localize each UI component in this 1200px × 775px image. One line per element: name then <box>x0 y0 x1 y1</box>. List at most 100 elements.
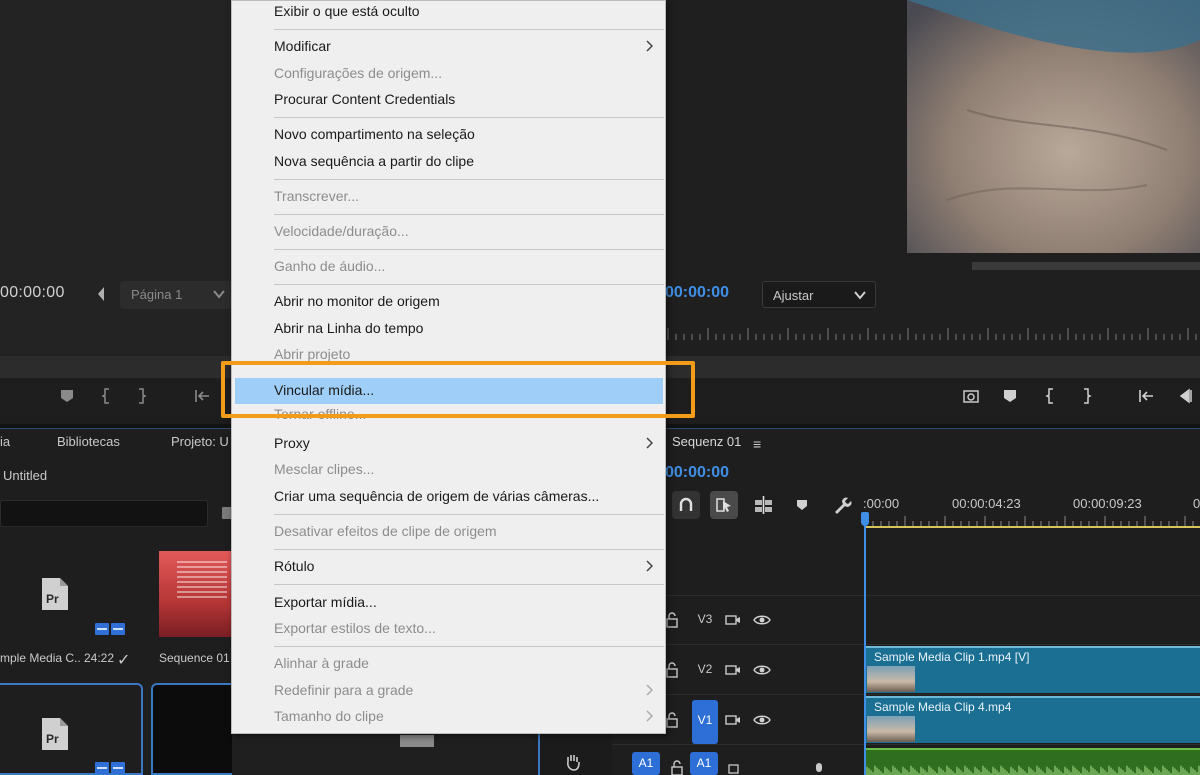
menu-item-label: Nova sequência a partir do clipe <box>274 153 475 169</box>
project-item-duration: 24:22 <box>84 651 115 665</box>
premiere-file-icon: Pr <box>42 718 68 750</box>
insert-button[interactable] <box>750 491 778 519</box>
export-frame-icon[interactable] <box>962 387 980 405</box>
menu-item-label: Criar uma sequência de origem de várias … <box>274 488 600 504</box>
chevron-down-icon <box>213 290 225 299</box>
insert-icon <box>755 496 772 514</box>
eye-icon[interactable] <box>753 663 771 677</box>
eye-icon[interactable] <box>753 613 771 627</box>
menu-item-label-color[interactable]: Rótulo <box>232 554 665 580</box>
lock-icon[interactable] <box>665 612 679 628</box>
chevron-left-icon[interactable] <box>96 286 106 302</box>
program-video-frame <box>907 0 1200 253</box>
panel-menu-icon[interactable]: ≡ <box>753 436 761 452</box>
menu-item-label: Proxy <box>274 435 310 451</box>
track-label[interactable]: V2 <box>692 662 718 676</box>
go-to-in-icon[interactable] <box>193 387 211 405</box>
menu-item-show-hidden[interactable]: Exibir o que está oculto <box>232 0 665 25</box>
tab-media-browser[interactable]: ia <box>0 434 10 449</box>
project-item-card[interactable] <box>151 683 315 775</box>
project-search-input[interactable] <box>0 500 208 527</box>
menu-item-open-timeline[interactable]: Abrir na Linha do tempo <box>232 316 665 342</box>
menu-item-label: Rótulo <box>274 558 315 574</box>
marker-icon[interactable] <box>58 387 76 405</box>
zoom-slider-thumb[interactable] <box>400 735 434 747</box>
video-badge-icon <box>95 623 109 635</box>
linked-selection-button[interactable] <box>710 491 738 519</box>
add-marker-button[interactable] <box>788 491 816 519</box>
out-point-icon[interactable] <box>132 387 150 405</box>
hand-icon[interactable] <box>563 752 583 772</box>
sequence-thumbnail[interactable] <box>159 551 232 637</box>
lock-icon[interactable] <box>665 712 679 728</box>
tab-project[interactable]: Projeto: U <box>171 434 229 449</box>
ruler-label: :00:00 <box>863 496 900 511</box>
menu-item-label: Redefinir para a grade <box>274 682 414 698</box>
eye-icon[interactable] <box>753 713 771 727</box>
lock-icon[interactable] <box>670 760 684 775</box>
playhead[interactable] <box>864 512 866 775</box>
menu-separator <box>274 214 664 215</box>
tab-sequence[interactable]: Sequenz 01 <box>672 434 741 449</box>
timeline-settings-button[interactable] <box>828 491 856 519</box>
timeline-ruler[interactable]: :00:00 00:00:04:23 00:00:09:23 0 <box>863 494 1200 528</box>
track-divider <box>612 644 1200 645</box>
camera-icon[interactable] <box>725 663 741 677</box>
menu-item-label: Ganho de áudio... <box>274 258 386 274</box>
clip-thumbnail <box>867 666 915 692</box>
ruler-ticks <box>864 516 1194 526</box>
track-label-a1[interactable]: A1 <box>690 752 718 775</box>
timeline-clip[interactable]: Sample Media Clip 4.mp4 <box>865 696 1200 743</box>
snap-button[interactable] <box>672 491 700 519</box>
video-badge-icon <box>95 762 109 774</box>
audio-waveform <box>865 765 1200 775</box>
camera-icon[interactable] <box>725 613 741 627</box>
menu-item-label: Procurar Content Credentials <box>274 91 456 107</box>
media-badges <box>95 622 127 640</box>
in-point-icon[interactable] <box>98 387 116 405</box>
svg-text:Pr: Pr <box>46 732 59 746</box>
microphone-icon[interactable] <box>812 762 826 775</box>
ruler-label: 0 <box>1193 496 1200 511</box>
playhead-handle[interactable] <box>861 512 869 526</box>
menu-item-label: Desativar efeitos de clipe de origem <box>274 523 497 539</box>
timeline-timecode[interactable]: 00:00:00 <box>665 464 729 482</box>
page-select[interactable]: Página 1 <box>120 281 232 309</box>
marker-icon[interactable] <box>1001 387 1019 405</box>
page-select-value: Página 1 <box>131 287 183 302</box>
fit-select[interactable]: Ajustar <box>762 281 876 308</box>
camera-icon[interactable] <box>728 762 742 775</box>
timeline-clip[interactable]: Sample Media Clip 1.mp4 [V] <box>865 646 1200 693</box>
program-scrollbar[interactable] <box>972 262 1200 270</box>
check-icon: ✓ <box>117 652 131 669</box>
out-point-icon[interactable] <box>1077 387 1095 405</box>
menu-item-modify[interactable]: Modificar <box>232 34 665 60</box>
work-area-bar[interactable] <box>866 526 1200 528</box>
lock-icon[interactable] <box>665 662 679 678</box>
in-point-icon[interactable] <box>1042 387 1060 405</box>
tab-libraries[interactable]: Bibliotecas <box>57 434 120 449</box>
go-to-in-icon[interactable] <box>1137 387 1155 405</box>
menu-item-multicam-sequence[interactable]: Criar uma sequência de origem de várias … <box>232 484 665 510</box>
menu-item-export-media[interactable]: Exportar mídia... <box>232 590 665 616</box>
source-patch-a1[interactable]: A1 <box>632 752 660 775</box>
menu-item-content-credentials[interactable]: Procurar Content Credentials <box>232 87 665 113</box>
menu-item-label: Velocidade/duração... <box>274 223 409 239</box>
menu-item-open-source-monitor[interactable]: Abrir no monitor de origem <box>232 289 665 315</box>
clip-thumbnail <box>867 716 915 742</box>
menu-item-proxy[interactable]: Proxy <box>232 431 665 457</box>
program-timecode[interactable]: 00:00:00 <box>665 284 729 302</box>
menu-item-reset-to-grid: Redefinir para a grade <box>232 678 665 704</box>
menu-item-label: Mesclar clipes... <box>274 461 375 477</box>
menu-item-new-sequence[interactable]: Nova sequência a partir do clipe <box>232 149 665 175</box>
menu-item-label: Novo compartimento na seleção <box>274 126 475 142</box>
track-label[interactable]: V1 <box>692 700 718 744</box>
step-back-icon[interactable] <box>1176 387 1194 405</box>
menu-item-merge-clips: Mesclar clipes... <box>232 457 665 483</box>
callout-highlight <box>221 361 695 418</box>
program-ruler[interactable] <box>665 322 1200 340</box>
camera-icon[interactable] <box>725 713 741 727</box>
chevron-right-icon <box>646 560 653 572</box>
track-label[interactable]: V3 <box>692 612 718 626</box>
menu-item-new-bin[interactable]: Novo compartimento na seleção <box>232 122 665 148</box>
